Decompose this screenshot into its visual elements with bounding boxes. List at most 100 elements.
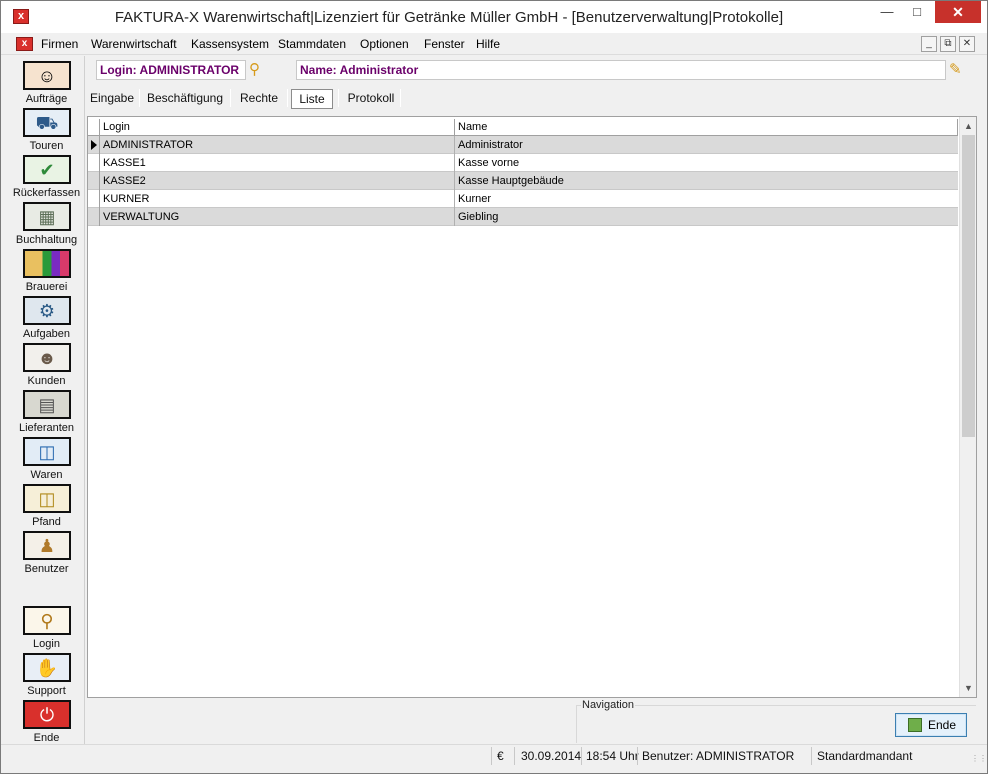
minimize-icon[interactable]: —	[873, 1, 901, 23]
row-indicator	[88, 172, 100, 190]
table-row[interactable]: KURNER Kurner	[88, 190, 958, 208]
status-separator	[514, 747, 515, 765]
status-user: Benutzer: ADMINISTRATOR	[642, 749, 795, 763]
status-separator	[811, 747, 812, 765]
tab-beschaeftigung[interactable]: Beschäftigung	[143, 87, 227, 109]
scrollbar-thumb[interactable]	[962, 135, 975, 437]
deposit-icon: ◫	[23, 484, 71, 513]
row-indicator	[88, 154, 100, 172]
sidebar-item-label: Kunden	[27, 375, 66, 387]
login-field: Login: ADMINISTRATOR	[96, 60, 246, 80]
scroll-down-icon[interactable]: ▼	[960, 681, 977, 695]
sidebar-item-benutzer[interactable]: ♟ Benutzer	[8, 529, 85, 576]
tab-separator	[400, 89, 401, 107]
key-icon[interactable]: ⚲	[249, 61, 267, 79]
table-row[interactable]: KASSE1 Kasse vorne	[88, 154, 958, 172]
user-icon: ♟	[23, 531, 71, 560]
menu-fenster[interactable]: Fenster	[422, 36, 467, 52]
column-header-login[interactable]: Login	[100, 119, 455, 136]
close-icon[interactable]: ✕	[935, 1, 981, 23]
tab-separator	[338, 89, 339, 107]
brewery-icon	[23, 249, 71, 278]
sidebar-item-label: Aufträge	[25, 93, 68, 105]
return-truck-icon: ✔	[23, 155, 71, 184]
sidebar-item-brauerei[interactable]: Brauerei	[8, 247, 85, 294]
sidebar-item-label: Waren	[30, 469, 63, 481]
navigation-label: Navigation	[581, 699, 635, 711]
tab-separator	[139, 89, 140, 107]
sidebar-item-waren[interactable]: ◫ Waren	[8, 435, 85, 482]
menu-stammdaten[interactable]: Stammdaten	[276, 36, 348, 52]
menu-hilfe[interactable]: Hilfe	[474, 36, 502, 52]
vertical-scrollbar[interactable]: ▲ ▼	[959, 117, 976, 697]
ende-button[interactable]: Ende	[895, 713, 967, 737]
status-separator	[581, 747, 582, 765]
sidebar-item-label: Touren	[29, 140, 64, 152]
column-header-name[interactable]: Name	[455, 119, 958, 136]
row-indicator	[88, 190, 100, 208]
user-list-grid[interactable]: Login Name ADMINISTRATOR Administrator K…	[87, 116, 977, 698]
sidebar-item-touren[interactable]: ⛟ Touren	[8, 106, 85, 153]
pencil-icon[interactable]: ✎	[949, 60, 967, 80]
status-time: 18:54 Uhr	[586, 749, 639, 763]
app-x-icon[interactable]: x	[13, 9, 29, 24]
mdi-close-icon[interactable]: ✕	[959, 36, 975, 52]
menu-optionen[interactable]: Optionen	[358, 36, 411, 52]
tab-liste[interactable]: Liste	[290, 87, 334, 109]
sidebar-item-label: Rückerfassen	[12, 187, 81, 199]
tasks-icon: ⚙	[23, 296, 71, 325]
sidebar-item-kunden[interactable]: ☻ Kunden	[8, 341, 85, 388]
grid-rows: ADMINISTRATOR Administrator KASSE1 Kasse…	[88, 136, 958, 226]
money-icon: ▦	[23, 202, 71, 231]
cell-name: Administrator	[458, 139, 523, 151]
sidebar-item-lieferanten[interactable]: ▤ Lieferanten	[8, 388, 85, 435]
sidebar-item-label: Buchhaltung	[15, 234, 78, 246]
tab-rechte[interactable]: Rechte	[234, 87, 284, 109]
status-mandant: Standardmandant	[817, 749, 913, 763]
row-indicator-header	[88, 119, 100, 136]
table-row[interactable]: ADMINISTRATOR Administrator	[88, 136, 958, 154]
sidebar-item-pfand[interactable]: ◫ Pfand	[8, 482, 85, 529]
mdi-document-icon[interactable]: x	[16, 37, 33, 51]
cell-login: VERWALTUNG	[100, 208, 455, 226]
table-row[interactable]: VERWALTUNG Giebling	[88, 208, 958, 226]
cell-login: ADMINISTRATOR	[100, 136, 455, 154]
suppliers-icon: ▤	[23, 390, 71, 419]
sidebar-item-auftraege[interactable]: ☺ Aufträge	[8, 59, 85, 106]
tab-separator	[230, 89, 231, 107]
menu-warenwirtschaft[interactable]: Warenwirtschaft	[89, 36, 179, 52]
sidebar-item-login[interactable]: ⚲ Login	[8, 604, 85, 651]
sidebar-item-support[interactable]: ✋ Support	[8, 651, 85, 698]
status-currency: €	[497, 749, 504, 763]
headset-agent-icon: ☺	[23, 61, 71, 90]
ende-button-label: Ende	[928, 718, 957, 732]
resize-grip-icon[interactable]: ⋮⋮	[971, 754, 987, 764]
sidebar-item-aufgaben[interactable]: ⚙ Aufgaben	[8, 294, 85, 341]
handshake-icon: ✋	[23, 653, 71, 682]
cell-login: KASSE1	[100, 154, 455, 172]
sidebar-item-label: Login	[33, 638, 60, 650]
exit-door-icon	[908, 718, 922, 732]
truck-icon: ⛟	[23, 108, 71, 137]
sidebar-item-label: Benutzer	[24, 563, 69, 575]
cell-login: KASSE2	[100, 172, 455, 190]
mdi-minimize-icon[interactable]: _	[921, 36, 937, 52]
tab-eingabe[interactable]: Eingabe	[87, 87, 137, 109]
sidebar-item-buchhaltung[interactable]: ▦ Buchhaltung	[8, 200, 85, 247]
current-row-arrow-icon	[91, 140, 97, 150]
tab-protokoll[interactable]: Protokoll	[343, 87, 399, 109]
scroll-up-icon[interactable]: ▲	[960, 119, 977, 133]
cell-login: KURNER	[100, 190, 455, 208]
tab-liste-label: Liste	[291, 89, 333, 109]
table-row[interactable]: KASSE2 Kasse Hauptgebäude	[88, 172, 958, 190]
sidebar-item-label: Pfand	[32, 516, 61, 528]
sidebar-item-ende[interactable]: ⏻ Ende	[8, 698, 85, 745]
sidebar-item-label: Lieferanten	[18, 422, 75, 434]
sidebar-item-rueckerfassen[interactable]: ✔ Rückerfassen	[8, 153, 85, 200]
goods-icon: ◫	[23, 437, 71, 466]
mdi-restore-icon[interactable]: ⧉	[940, 36, 956, 52]
maximize-icon[interactable]: □	[903, 1, 931, 23]
menu-kassensystem[interactable]: Kassensystem	[189, 36, 271, 52]
menu-firmen[interactable]: Firmen	[39, 36, 80, 52]
window-title: FAKTURA-X Warenwirtschaft|Lizenziert für…	[114, 9, 784, 26]
